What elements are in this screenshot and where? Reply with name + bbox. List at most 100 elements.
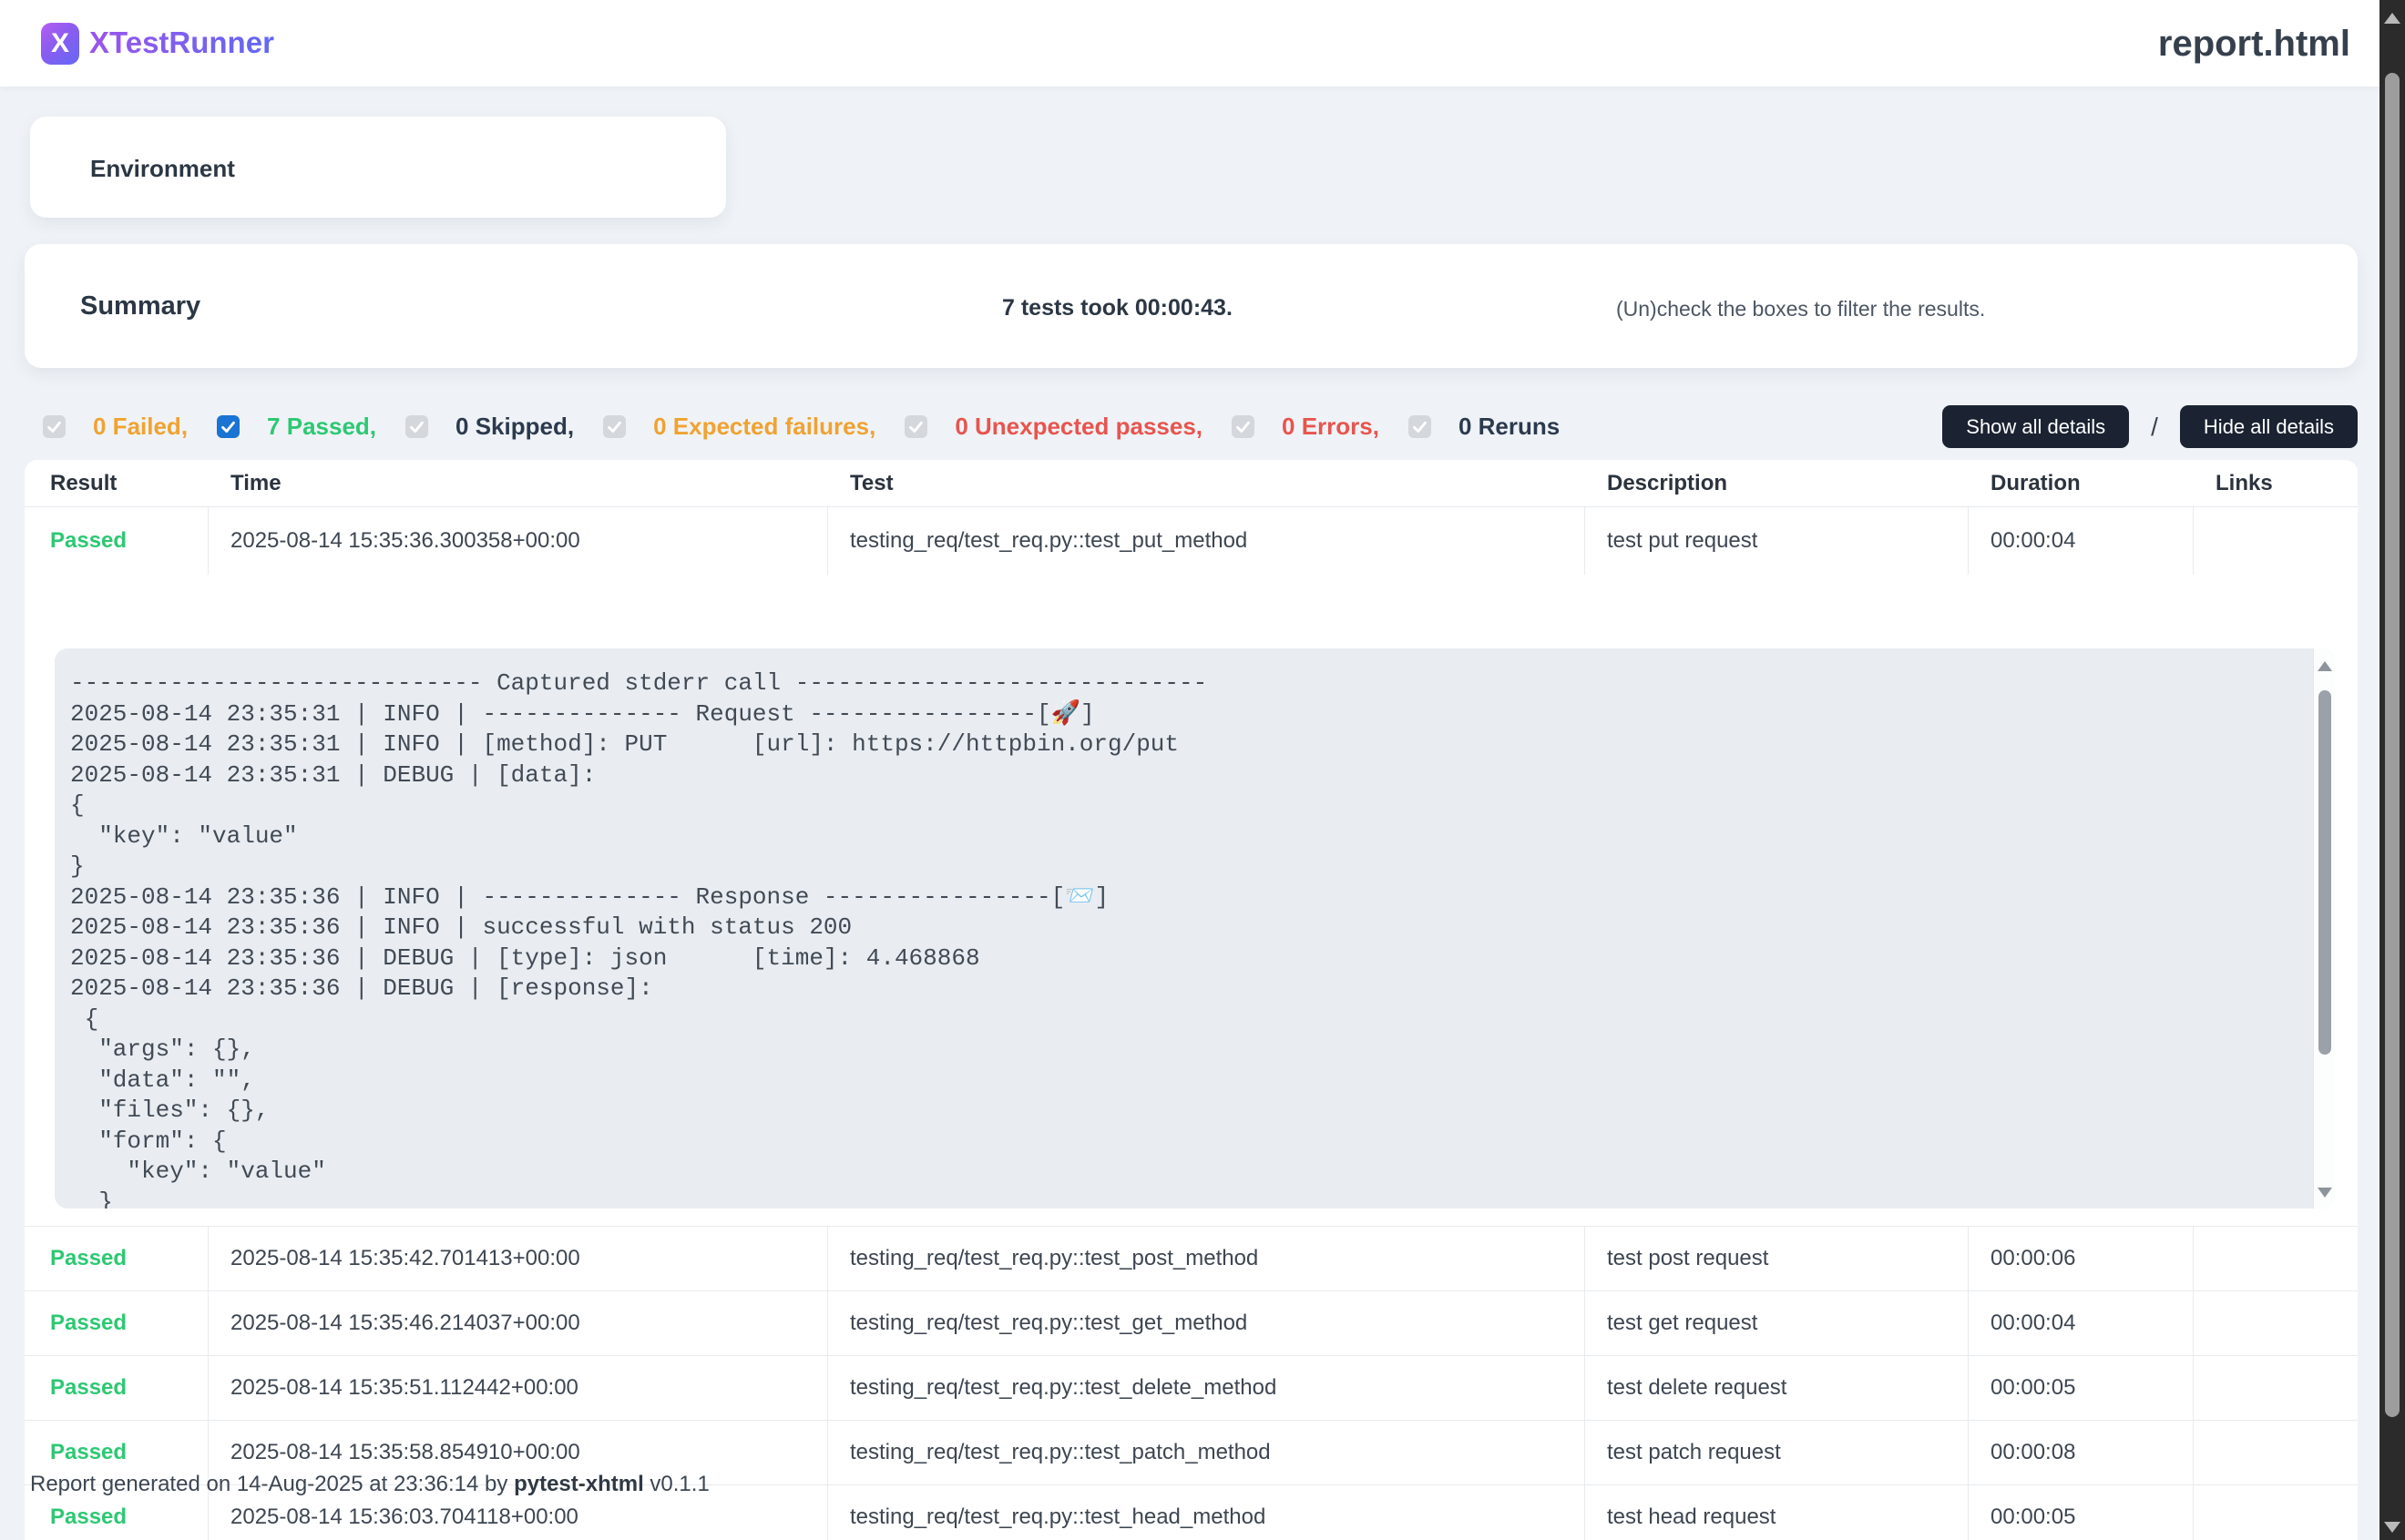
filter-label: 0 Failed, <box>93 413 188 441</box>
filter-label: 0 Reruns <box>1458 413 1560 441</box>
links-cell <box>2194 1421 2358 1484</box>
test-cell: testing_req/test_req.py::test_delete_met… <box>828 1356 1585 1420</box>
filter-label: 0 Errors, <box>1282 413 1379 441</box>
time-cell: 2025-08-14 15:35:46.214037+00:00 <box>209 1291 828 1355</box>
links-cell <box>2194 1291 2358 1355</box>
column-header-test[interactable]: Test <box>828 460 1585 506</box>
filter-item: 0 Reruns <box>1408 413 1560 441</box>
page-title: report.html <box>2158 24 2350 65</box>
test-detail-row: ----------------------------- Captured s… <box>25 575 2358 1226</box>
column-header-duration[interactable]: Duration <box>1969 460 2194 506</box>
filter-item: 0 Errors, <box>1232 413 1379 441</box>
result-cell[interactable]: Passed <box>25 1356 209 1420</box>
links-cell <box>2194 1227 2358 1290</box>
links-cell <box>2194 507 2358 575</box>
app-logo-icon: X <box>41 23 79 65</box>
description-cell: test put request <box>1585 507 1969 575</box>
check-icon <box>1412 419 1428 434</box>
test-cell: testing_req/test_req.py::test_head_metho… <box>828 1485 1585 1540</box>
time-cell: 2025-08-14 15:35:36.300358+00:00 <box>209 507 828 575</box>
page-scrollbar[interactable] <box>2379 0 2405 1540</box>
scroll-down-icon[interactable] <box>2384 1522 2400 1533</box>
check-icon <box>46 419 62 434</box>
hide-all-details-button[interactable]: Hide all details <box>2180 405 2358 448</box>
generator-version: v0.1.1 <box>644 1472 710 1496</box>
duration-cell: 00:00:05 <box>1969 1485 2194 1540</box>
log-scroll-up-icon[interactable] <box>2318 661 2332 671</box>
filter-checkbox-group: 0 Failed, 7 Passed, <box>43 413 1560 441</box>
column-header-time[interactable]: Time <box>209 460 828 506</box>
result-cell[interactable]: Passed <box>25 507 209 575</box>
column-header-result[interactable]: Result <box>25 460 209 506</box>
summary-filter-hint: (Un)check the boxes to filter the result… <box>1616 297 1985 321</box>
environment-title: Environment <box>90 155 235 183</box>
check-icon <box>908 419 924 434</box>
captured-log-text: ----------------------------- Captured s… <box>70 668 2298 1209</box>
test-cell: testing_req/test_req.py::test_put_method <box>828 507 1585 575</box>
duration-cell: 00:00:04 <box>1969 1291 2194 1355</box>
results-table: Result Time Test Description Duration Li… <box>25 460 2358 1540</box>
page-scrollbar-thumb[interactable] <box>2385 73 2400 1417</box>
duration-cell: 00:00:08 <box>1969 1421 2194 1484</box>
report-page: X XTestRunner report.html Environment Su… <box>0 0 2405 1540</box>
column-header-links[interactable]: Links <box>2194 460 2358 506</box>
filter-checkbox[interactable] <box>1408 415 1431 438</box>
toolbar-separator: / <box>2151 413 2158 442</box>
filter-checkbox[interactable] <box>217 415 240 438</box>
filter-checkbox[interactable] <box>905 415 927 438</box>
generator-link[interactable]: pytest-xhtml <box>514 1472 644 1496</box>
summary-card: Summary 7 tests took 00:00:43. (Un)check… <box>25 244 2358 368</box>
filter-item: 0 Expected failures, <box>603 413 875 441</box>
report-footer: Report generated on 14-Aug-2025 at 23:36… <box>30 1472 710 1497</box>
filter-item: 0 Unexpected passes, <box>905 413 1202 441</box>
filter-label: 7 Passed, <box>267 413 376 441</box>
table-row: Passed 2025-08-14 15:35:42.701413+00:00 … <box>25 1226 2358 1290</box>
details-toolbar: Show all details / Hide all details <box>1942 405 2358 448</box>
duration-cell: 00:00:06 <box>1969 1227 2194 1290</box>
test-cell: testing_req/test_req.py::test_get_method <box>828 1291 1585 1355</box>
summary-count-text: 7 tests took 00:00:43. <box>1002 295 1233 321</box>
filter-checkbox[interactable] <box>603 415 626 438</box>
links-cell <box>2194 1356 2358 1420</box>
scroll-up-icon[interactable] <box>2384 13 2400 24</box>
table-row: Passed 2025-08-14 15:35:36.300358+00:00 … <box>25 507 2358 575</box>
log-scroll-down-icon[interactable] <box>2318 1188 2332 1198</box>
show-all-details-button[interactable]: Show all details <box>1942 405 2129 448</box>
filter-checkbox[interactable] <box>405 415 428 438</box>
filter-label: 0 Expected failures, <box>653 413 875 441</box>
filter-label: 0 Skipped, <box>455 413 574 441</box>
log-scrollbar-thumb[interactable] <box>2318 690 2331 1055</box>
filter-checkbox[interactable] <box>43 415 66 438</box>
result-cell[interactable]: Passed <box>25 1291 209 1355</box>
filter-label: 0 Unexpected passes, <box>955 413 1202 441</box>
filter-row: 0 Failed, 7 Passed, <box>25 405 2358 448</box>
description-cell: test head request <box>1585 1485 1969 1540</box>
result-cell[interactable]: Passed <box>25 1227 209 1290</box>
environment-card[interactable]: Environment <box>30 117 726 218</box>
test-cell: testing_req/test_req.py::test_patch_meth… <box>828 1421 1585 1484</box>
filter-item: 0 Skipped, <box>405 413 574 441</box>
results-table-header: Result Time Test Description Duration Li… <box>25 460 2358 507</box>
check-icon <box>607 419 622 434</box>
description-cell: test get request <box>1585 1291 1969 1355</box>
footer-generated-text: Report generated on 14-Aug-2025 at 23:36… <box>30 1472 514 1496</box>
filter-item: 7 Passed, <box>217 413 376 441</box>
check-icon <box>409 419 425 434</box>
duration-cell: 00:00:05 <box>1969 1356 2194 1420</box>
filter-item: 0 Failed, <box>43 413 188 441</box>
filter-checkbox[interactable] <box>1232 415 1254 438</box>
column-header-description[interactable]: Description <box>1585 460 1969 506</box>
description-cell: test patch request <box>1585 1421 1969 1484</box>
log-scrollbar[interactable] <box>2313 648 2335 1209</box>
captured-log-block[interactable]: ----------------------------- Captured s… <box>55 648 2335 1209</box>
description-cell: test delete request <box>1585 1356 1969 1420</box>
time-cell: 2025-08-14 15:35:51.112442+00:00 <box>209 1356 828 1420</box>
table-row: Passed 2025-08-14 15:35:51.112442+00:00 … <box>25 1355 2358 1420</box>
test-cell: testing_req/test_req.py::test_post_metho… <box>828 1227 1585 1290</box>
links-cell <box>2194 1485 2358 1540</box>
summary-title: Summary <box>80 291 200 321</box>
app-name: XTestRunner <box>89 25 274 60</box>
time-cell: 2025-08-14 15:35:42.701413+00:00 <box>209 1227 828 1290</box>
check-icon <box>1235 419 1251 434</box>
app-header: X XTestRunner report.html <box>0 0 2405 87</box>
